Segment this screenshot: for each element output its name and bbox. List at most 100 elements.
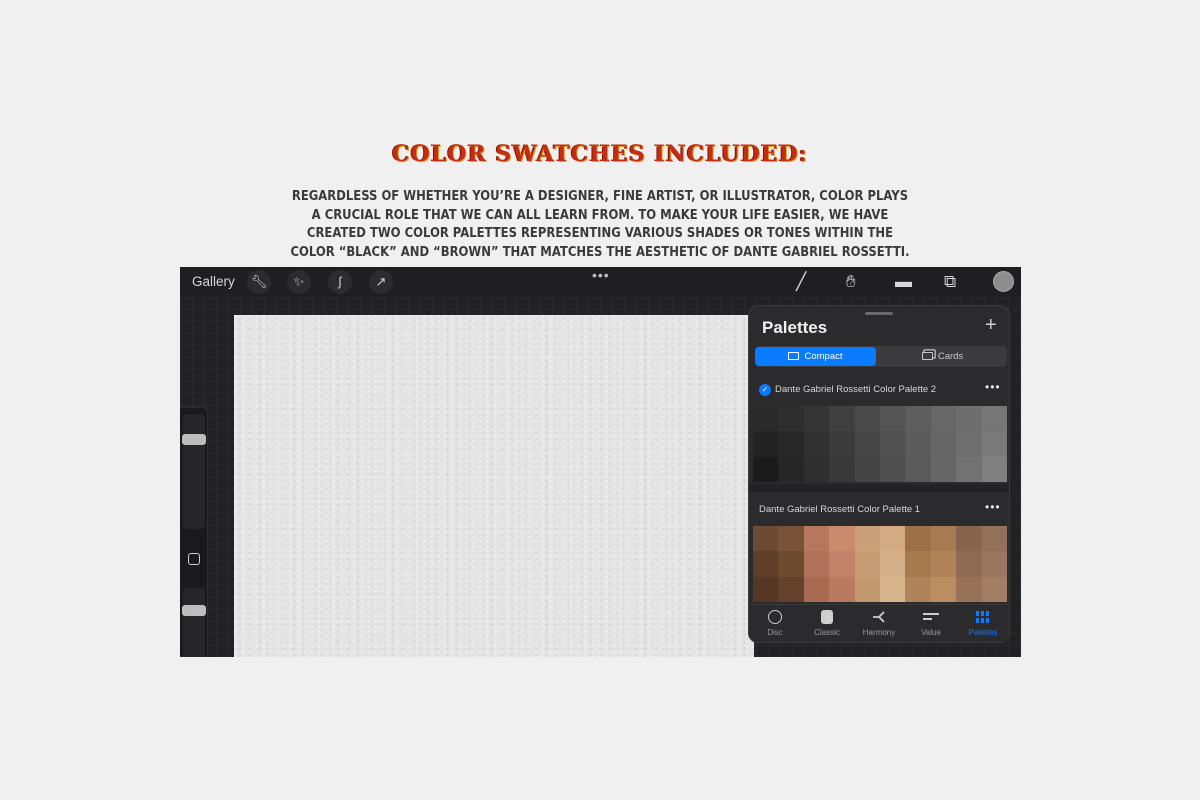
- gallery-button[interactable]: Gallery: [192, 274, 235, 289]
- color-swatch[interactable]: [905, 456, 931, 483]
- top-toolbar: Gallery 🔧︎ ✨︎ ʃ ↗ ••• ╱ ✋︎ ▬ ⧉: [180, 267, 1021, 297]
- color-swatch[interactable]: [879, 526, 906, 552]
- brush-icon[interactable]: ╱: [796, 271, 806, 293]
- wrench-icon[interactable]: 🔧︎: [247, 270, 271, 294]
- color-swatch[interactable]: [753, 526, 779, 552]
- add-palette-button[interactable]: +: [985, 314, 997, 336]
- color-swatch[interactable]: [905, 576, 931, 603]
- color-swatch[interactable]: [829, 431, 855, 457]
- color-swatch[interactable]: [956, 406, 982, 432]
- color-swatch[interactable]: [930, 406, 957, 432]
- color-swatch[interactable]: [778, 431, 804, 457]
- smudge-icon[interactable]: ✋︎: [846, 271, 856, 293]
- color-swatch[interactable]: [981, 406, 1007, 432]
- color-swatch[interactable]: [930, 456, 957, 483]
- color-swatch[interactable]: [879, 576, 906, 603]
- color-swatch[interactable]: [753, 406, 779, 432]
- color-swatch[interactable]: [803, 576, 830, 603]
- color-swatch[interactable]: [956, 576, 982, 603]
- cards-view-button[interactable]: Cards: [882, 347, 1003, 366]
- panel-title: Palettes: [762, 318, 828, 337]
- tab-harmony[interactable]: Harmony: [853, 610, 905, 637]
- color-swatch[interactable]: [879, 551, 906, 577]
- color-swatch[interactable]: [956, 431, 982, 457]
- color-swatch[interactable]: [981, 526, 1007, 552]
- color-swatch[interactable]: [854, 551, 880, 577]
- tab-classic[interactable]: Classic: [801, 610, 853, 637]
- tab-disc[interactable]: Disc: [749, 610, 801, 637]
- color-swatch[interactable]: [778, 456, 804, 483]
- selection-icon[interactable]: ʃ: [328, 270, 352, 294]
- color-swatch[interactable]: [981, 576, 1007, 603]
- color-swatch[interactable]: [753, 576, 779, 603]
- color-swatch[interactable]: [905, 406, 931, 432]
- opacity-thumb[interactable]: [182, 605, 206, 616]
- opacity-slider[interactable]: [183, 588, 205, 657]
- color-swatch[interactable]: [829, 406, 855, 432]
- palette-more-button[interactable]: •••: [985, 500, 1001, 514]
- color-swatch[interactable]: [753, 551, 779, 577]
- color-swatch[interactable]: [981, 431, 1007, 457]
- color-swatch[interactable]: [778, 576, 804, 603]
- color-swatch[interactable]: [930, 576, 957, 603]
- color-swatch[interactable]: [753, 456, 779, 483]
- palette-name: Dante Gabriel Rossetti Color Palette 1: [759, 504, 921, 515]
- brush-size-thumb[interactable]: [182, 434, 206, 445]
- modify-button[interactable]: [188, 553, 200, 565]
- color-swatch[interactable]: [854, 576, 880, 603]
- color-swatch[interactable]: [854, 456, 880, 483]
- color-swatch[interactable]: [879, 406, 906, 432]
- color-swatch[interactable]: [956, 526, 982, 552]
- color-swatch[interactable]: [930, 551, 957, 577]
- color-swatch[interactable]: [829, 576, 855, 603]
- palette-more-button[interactable]: •••: [985, 380, 1001, 394]
- color-swatch[interactable]: [803, 526, 830, 552]
- color-swatch[interactable]: [778, 406, 804, 432]
- color-swatch[interactable]: [905, 526, 931, 552]
- color-swatch[interactable]: [879, 431, 906, 457]
- brush-size-slider[interactable]: [183, 414, 205, 529]
- color-swatch[interactable]: [829, 456, 855, 483]
- palette-header[interactable]: Dante Gabriel Rossetti Color Palette 1 •…: [749, 496, 1009, 524]
- color-swatch[interactable]: [803, 456, 830, 483]
- color-swatch[interactable]: [981, 456, 1007, 483]
- cards-icon: [921, 352, 933, 360]
- palettes-icon: [975, 610, 991, 624]
- color-swatch[interactable]: [803, 406, 830, 432]
- color-swatch[interactable]: [981, 551, 1007, 577]
- color-swatch[interactable]: [829, 551, 855, 577]
- more-options-button[interactable]: •••: [592, 267, 610, 283]
- tab-palettes[interactable]: Palettes: [957, 610, 1009, 637]
- color-swatch[interactable]: [956, 456, 982, 483]
- eraser-icon[interactable]: ▬: [895, 271, 912, 293]
- compact-view-button[interactable]: Compact: [755, 347, 876, 366]
- color-swatch[interactable]: [905, 551, 931, 577]
- color-swatch[interactable]: [829, 526, 855, 552]
- transform-arrow-icon[interactable]: ↗: [369, 270, 393, 294]
- palette-header[interactable]: ✓ Dante Gabriel Rossetti Color Palette 2…: [749, 376, 1009, 404]
- tab-label: Harmony: [862, 628, 896, 637]
- color-swatch[interactable]: [930, 526, 957, 552]
- color-swatch[interactable]: [879, 456, 906, 483]
- color-swatch[interactable]: [905, 431, 931, 457]
- color-swatch[interactable]: [753, 431, 779, 457]
- harmony-icon: [873, 611, 885, 623]
- swatch-grid: [753, 526, 1007, 603]
- color-swatch[interactable]: [930, 431, 957, 457]
- color-picker-button[interactable]: [993, 271, 1014, 292]
- drawing-canvas[interactable]: [234, 315, 754, 657]
- layers-icon[interactable]: ⧉: [944, 271, 956, 293]
- color-swatch[interactable]: [803, 431, 830, 457]
- color-swatch[interactable]: [956, 551, 982, 577]
- tab-label: Value: [921, 628, 941, 637]
- color-swatch[interactable]: [778, 526, 804, 552]
- color-swatch[interactable]: [854, 431, 880, 457]
- color-swatch[interactable]: [803, 551, 830, 577]
- tab-value[interactable]: Value: [905, 610, 957, 637]
- color-swatch[interactable]: [854, 526, 880, 552]
- disc-icon: [768, 610, 782, 624]
- color-swatch[interactable]: [778, 551, 804, 577]
- panel-grabber[interactable]: [865, 312, 893, 315]
- color-swatch[interactable]: [854, 406, 880, 432]
- magic-wand-icon[interactable]: ✨︎: [287, 270, 311, 294]
